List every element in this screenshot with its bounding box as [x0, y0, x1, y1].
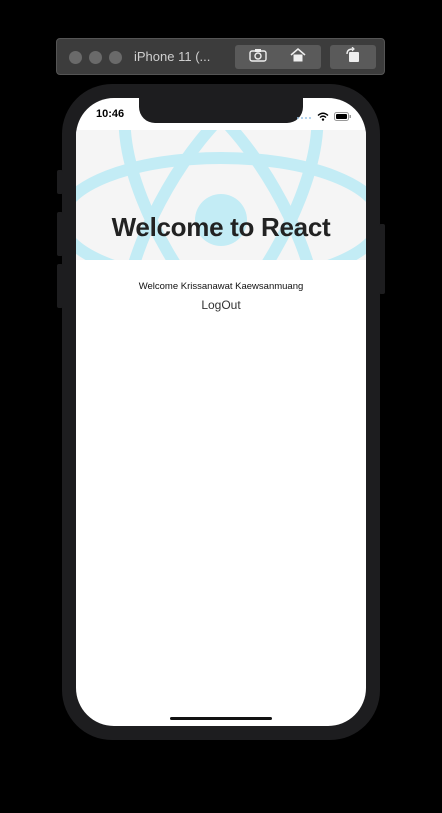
- minimize-window-button[interactable]: [89, 51, 102, 64]
- home-indicator[interactable]: [170, 717, 272, 720]
- wifi-icon: [317, 108, 329, 126]
- iphone-frame: 10:46 Welcome to React Welcome Krissanaw…: [57, 84, 385, 740]
- home-icon: [290, 47, 306, 67]
- close-window-button[interactable]: [69, 51, 82, 64]
- notch: [139, 98, 303, 123]
- rotate-icon: [345, 46, 361, 68]
- rotate-button[interactable]: [330, 45, 376, 69]
- page-title: Welcome to React: [111, 212, 331, 242]
- volume-down-button: [57, 264, 63, 308]
- cellular-icon: [296, 108, 312, 126]
- zoom-window-button[interactable]: [109, 51, 122, 64]
- welcome-message: Welcome Krissanawat Kaewsanmuang: [138, 281, 304, 292]
- simulator-window: iPhone 11 (... 10:46 Welcome to React We…: [0, 0, 442, 813]
- logout-button[interactable]: LogOut: [171, 296, 271, 314]
- battery-icon: [334, 108, 352, 126]
- power-button: [379, 224, 385, 294]
- home-button[interactable]: [275, 45, 321, 69]
- simulator-toolbar: iPhone 11 (...: [56, 38, 385, 75]
- header-banner: Welcome to React: [76, 130, 366, 260]
- camera-icon: [249, 48, 267, 67]
- status-time: 10:46: [96, 108, 125, 120]
- volume-up-button: [57, 212, 63, 256]
- silent-switch: [57, 170, 63, 194]
- app-screen: 10:46 Welcome to React Welcome Krissanaw…: [76, 98, 366, 726]
- simulator-title: iPhone 11 (...: [134, 49, 211, 64]
- status-icons: [296, 108, 352, 126]
